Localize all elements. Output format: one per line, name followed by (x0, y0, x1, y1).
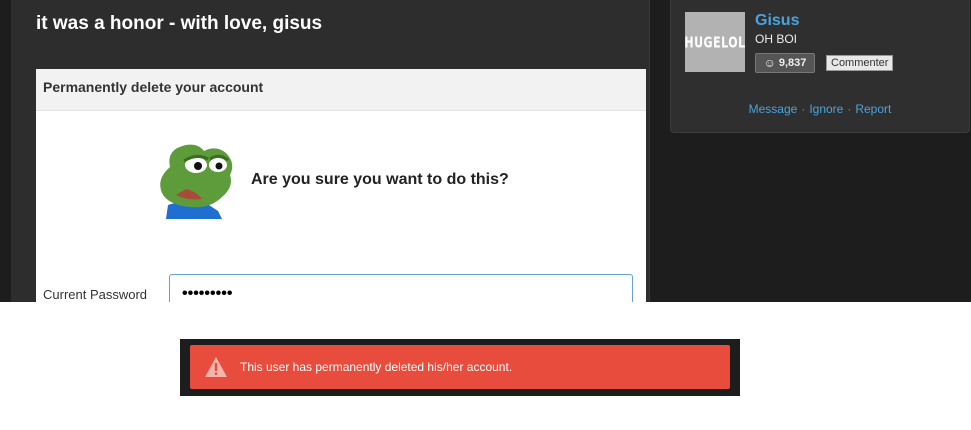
alert-container: This user has permanently deleted his/he… (180, 339, 740, 396)
separator: · (801, 102, 806, 116)
avatar[interactable]: HUGELOL (684, 12, 746, 72)
deleted-account-alert: This user has permanently deleted his/he… (190, 345, 730, 389)
avatar-text: HUGELOL (684, 32, 746, 52)
user-title: OH BOI (755, 32, 798, 46)
delete-account-dialog: Permanently delete your account Are you … (36, 69, 646, 302)
profile-actions: Message · Ignore · Report (671, 102, 969, 116)
dialog-title: Permanently delete your account (43, 79, 264, 95)
karma-badge: ☺ 9,837 (755, 53, 815, 73)
role-badge: Commenter (826, 55, 894, 71)
message-link[interactable]: Message (749, 102, 798, 116)
post-panel: it was a honor - with love, gisus Perman… (11, 0, 650, 302)
username-link[interactable]: Gisus (755, 12, 799, 30)
separator: · (847, 102, 852, 116)
forum-page: it was a honor - with love, gisus Perman… (0, 0, 971, 302)
confirm-question: Are you sure you want to do this? (251, 171, 509, 188)
ignore-link[interactable]: Ignore (809, 102, 843, 116)
post-title: it was a honor - with love, gisus (36, 13, 323, 34)
current-password-field[interactable]: ••••••••• (169, 274, 633, 302)
karma-count: 9,837 (778, 57, 807, 69)
dialog-header: Permanently delete your account (36, 69, 646, 111)
password-value: ••••••••• (182, 285, 233, 302)
smiley-icon: ☺ (763, 56, 776, 70)
current-password-label: Current Password (43, 287, 148, 302)
alert-message: This user has permanently deleted his/he… (240, 360, 513, 374)
frog-image (160, 144, 233, 219)
user-profile-card: HUGELOL Gisus OH BOI ☺ 9,837 Commenter M… (670, 0, 970, 133)
report-link[interactable]: Report (855, 102, 891, 116)
warning-triangle-icon (205, 357, 227, 377)
